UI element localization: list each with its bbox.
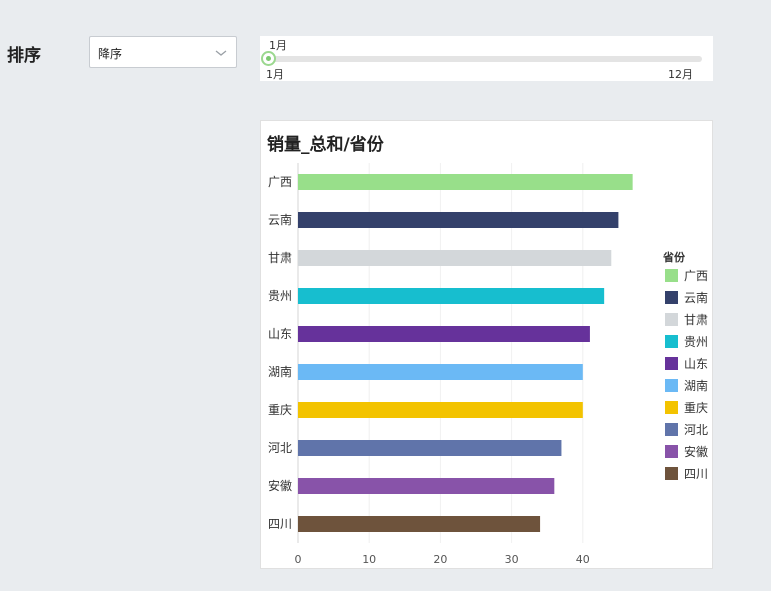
month-slider-track[interactable] <box>268 56 702 62</box>
bar-2[interactable] <box>298 250 612 266</box>
chart-panel: 销量_总和/省份 0 10 20 30 40 广西 云南 甘肃 贵州 山东 湖南 重庆 河北 安徽 四川 省… <box>260 120 713 569</box>
legend-swatch <box>665 268 678 282</box>
x-tick-label: 10 <box>362 553 376 566</box>
legend-label: 四川 <box>684 466 709 481</box>
legend-item[interactable]: 山东 <box>665 356 709 371</box>
bar-0[interactable] <box>298 174 633 190</box>
legend-swatch <box>665 400 678 414</box>
legend-label: 云南 <box>684 290 709 305</box>
bar-7[interactable] <box>298 440 562 456</box>
legend-label: 贵州 <box>684 334 709 349</box>
bar-1[interactable] <box>298 212 619 228</box>
y-tick-label: 贵州 <box>268 289 292 303</box>
x-tick-label: 30 <box>505 553 519 566</box>
legend-item[interactable]: 广西 <box>665 268 709 283</box>
legend-label: 河北 <box>684 422 709 437</box>
bar-8[interactable] <box>298 478 555 494</box>
y-tick-label: 重庆 <box>268 403 292 417</box>
legend-item[interactable]: 湖南 <box>665 378 709 393</box>
slider-max-label: 12月 <box>668 68 693 81</box>
x-tick-label: 20 <box>433 553 447 566</box>
slider-min-label: 1月 <box>266 68 284 81</box>
month-slider-handle[interactable] <box>261 51 276 66</box>
y-tick-label: 安徽 <box>268 478 292 493</box>
y-tick-label: 湖南 <box>268 364 292 379</box>
legend-title: 省份 <box>663 251 685 264</box>
legend-item[interactable]: 云南 <box>665 290 709 305</box>
legend-swatch <box>665 444 678 458</box>
slider-current-value: 1月 <box>269 39 287 52</box>
y-tick-label: 四川 <box>268 517 292 531</box>
y-tick-label: 广西 <box>268 175 292 189</box>
legend-label: 重庆 <box>684 400 709 415</box>
y-tick-label: 河北 <box>268 441 292 455</box>
legend-item[interactable]: 四川 <box>665 466 709 481</box>
legend-swatch <box>665 290 678 304</box>
bar-chart: 0 10 20 30 40 广西云南甘肃贵州山东湖南重庆河北安徽四川 <box>268 163 633 566</box>
legend-item[interactable]: 甘肃 <box>665 312 709 327</box>
legend-label: 安徽 <box>684 444 709 459</box>
legend-label: 甘肃 <box>684 312 709 327</box>
legend-swatch <box>665 334 678 348</box>
bar-6[interactable] <box>298 402 583 418</box>
legend-swatch <box>665 378 678 392</box>
legend-label: 山东 <box>684 356 709 371</box>
legend-item[interactable]: 河北 <box>665 422 709 437</box>
x-tick-label: 0 <box>295 553 302 566</box>
y-tick-label: 甘肃 <box>268 251 292 265</box>
legend-swatch <box>665 312 678 326</box>
bar-9[interactable] <box>298 516 541 532</box>
sort-order-dropdown[interactable]: 降序 <box>89 36 237 68</box>
x-tick-label: 40 <box>576 553 590 566</box>
bar-4[interactable] <box>298 326 590 342</box>
legend-label: 湖南 <box>684 378 709 393</box>
legend-item[interactable]: 安徽 <box>665 444 709 459</box>
legend-swatch <box>665 466 678 480</box>
bar-5[interactable] <box>298 364 583 380</box>
bar-3[interactable] <box>298 288 605 304</box>
legend-swatch <box>665 356 678 370</box>
legend-item[interactable]: 重庆 <box>665 400 709 415</box>
month-slider-panel: 1月 1月 12月 <box>260 36 713 81</box>
chevron-down-icon <box>215 50 227 56</box>
sort-label: 排序 <box>7 46 41 66</box>
legend-swatch <box>665 422 678 436</box>
y-tick-label: 云南 <box>268 212 292 227</box>
sort-order-value: 降序 <box>98 47 123 61</box>
legend-item[interactable]: 贵州 <box>665 334 709 349</box>
legend-label: 广西 <box>684 268 709 283</box>
y-tick-label: 山东 <box>268 327 292 341</box>
